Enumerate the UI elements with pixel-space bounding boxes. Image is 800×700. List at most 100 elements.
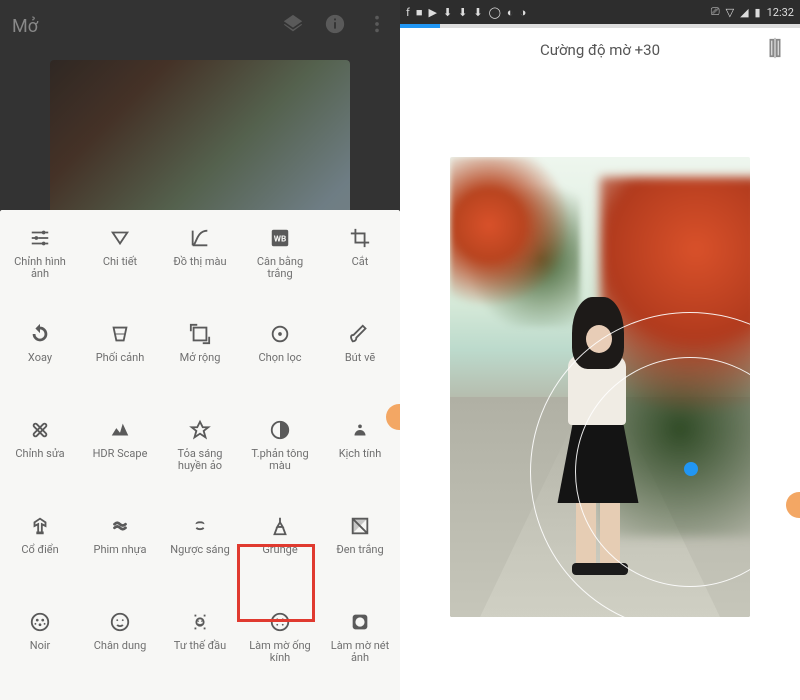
tool-label: Chi tiết xyxy=(103,256,137,268)
svg-text:WB: WB xyxy=(274,235,286,245)
tool-label: Cắt xyxy=(352,256,369,268)
tool-hdr[interactable]: HDR Scape xyxy=(80,416,160,492)
hdr-icon xyxy=(106,416,134,444)
focus-center-dot[interactable] xyxy=(684,462,698,476)
tool-portrait[interactable]: Chân dung xyxy=(80,608,160,684)
tool-grainy[interactable]: Phim nhựa xyxy=(80,512,160,588)
tool-noir[interactable]: Noir xyxy=(0,608,80,684)
tool-label: Cổ điển xyxy=(21,544,58,556)
headpose-icon xyxy=(186,608,214,636)
tool-label: Kịch tính xyxy=(339,448,382,460)
tool-tune[interactable]: Chỉnh hình ảnh xyxy=(0,224,80,300)
tool-expand[interactable]: Mở rộng xyxy=(160,320,240,396)
tool-label: Làm mờ nét ảnh xyxy=(325,640,395,664)
tool-healing[interactable]: Chỉnh sửa xyxy=(0,416,80,492)
vintage-icon xyxy=(26,512,54,540)
bw-icon xyxy=(346,512,374,540)
tool-rotate[interactable]: Xoay xyxy=(0,320,80,396)
noir-icon xyxy=(26,608,54,636)
tool-label: Đen trắng xyxy=(336,544,383,556)
editor-canvas[interactable] xyxy=(400,72,800,700)
selective-icon xyxy=(266,320,294,348)
battery-icon: ▮ xyxy=(755,6,761,19)
tool-tonal[interactable]: T.phản tông màu xyxy=(240,416,320,492)
tool-label: Bút vẽ xyxy=(345,352,375,364)
tool-lens-blur[interactable]: Làm mờ ống kính xyxy=(240,608,320,684)
tool-vintage[interactable]: Cổ điển xyxy=(0,512,80,588)
tool-label: Xoay xyxy=(28,352,52,364)
tool-label: Chân dung xyxy=(94,640,147,652)
signal-icon: ◢ xyxy=(740,6,748,19)
uc-icon: ◯ xyxy=(489,6,501,19)
assist-bubble[interactable] xyxy=(786,492,800,518)
tool-wb[interactable]: WB Cân bằng trắng xyxy=(240,224,320,300)
crop-icon xyxy=(346,224,374,252)
retrolux-icon xyxy=(186,512,214,540)
tool-label: Chỉnh hình ảnh xyxy=(5,256,75,280)
circle-icon: ◑ xyxy=(520,6,527,19)
brush-icon xyxy=(346,320,374,348)
tool-label: Chỉnh sửa xyxy=(15,448,64,460)
tool-label: Mở rộng xyxy=(180,352,221,364)
open-title[interactable]: Mở xyxy=(12,16,38,37)
more-icon[interactable] xyxy=(366,13,388,39)
clock: 12:32 xyxy=(767,6,794,19)
download-icon: ⬇ xyxy=(458,6,467,19)
youtube-icon: ▶ xyxy=(428,6,436,19)
tool-label: Đồ thị màu xyxy=(173,256,226,268)
layers-icon[interactable] xyxy=(282,13,304,39)
portrait-icon xyxy=(106,608,134,636)
tool-label: Phim nhựa xyxy=(94,544,147,556)
tool-label: Ngược sáng xyxy=(170,544,230,556)
info-icon[interactable] xyxy=(324,13,346,39)
tool-brush[interactable]: Bút vẽ xyxy=(320,320,400,396)
tool-label: Tư thế đầu xyxy=(174,640,226,652)
dark-preview-region: Mở xyxy=(0,0,400,210)
tool-panel[interactable]: Chỉnh hình ảnh Chi tiết Đồ thị màu WB Cân bằ… xyxy=(0,210,400,700)
fb-icon: f xyxy=(406,6,410,19)
curves-icon xyxy=(186,224,214,252)
header: Mở xyxy=(0,0,400,52)
tool-label: Noir xyxy=(30,640,51,652)
tool-label: Chọn lọc xyxy=(258,352,301,364)
subject xyxy=(546,297,646,577)
tool-retrolux[interactable]: Ngược sáng xyxy=(160,512,240,588)
blur-editor-screen: f ■ ▶ ⬇ ⬇ ⬇ ◯ ◐ ◑ ⎚ ▽ ◢ ▮ 12:32 Cường độ… xyxy=(400,0,800,700)
circle-icon: ◐ xyxy=(507,6,514,19)
tool-label: Cân bằng trắng xyxy=(245,256,315,280)
tools-screen: Mở Chỉnh hình ảnh Chi tiết Đồ thị màu WB Cân… xyxy=(0,0,400,700)
triangle-down-icon xyxy=(106,224,134,252)
compare-icon[interactable] xyxy=(764,37,786,63)
glamour-icon xyxy=(186,416,214,444)
blur-strength-label[interactable]: Cường độ mờ +30 xyxy=(400,28,800,72)
photo[interactable] xyxy=(450,157,750,617)
tool-grunge[interactable]: Grunge xyxy=(240,512,320,588)
blur-strength-text: Cường độ mờ +30 xyxy=(540,41,660,59)
tonal-icon xyxy=(266,416,294,444)
status-bar: f ■ ▶ ⬇ ⬇ ⬇ ◯ ◐ ◑ ⎚ ▽ ◢ ▮ 12:32 xyxy=(400,0,800,24)
wb-icon: WB xyxy=(266,224,294,252)
tool-crop[interactable]: Cắt xyxy=(320,224,400,300)
tool-bw[interactable]: Đen trắng xyxy=(320,512,400,588)
tool-label: T.phản tông màu xyxy=(245,448,315,472)
tool-headpose[interactable]: Tư thế đầu xyxy=(160,608,240,684)
grainy-icon xyxy=(106,512,134,540)
download-icon: ⬇ xyxy=(443,6,452,19)
tool-drama[interactable]: Kịch tính xyxy=(320,416,400,492)
vignette-icon xyxy=(346,608,374,636)
tool-label: Làm mờ ống kính xyxy=(245,640,315,664)
tool-curves[interactable]: Đồ thị màu xyxy=(160,224,240,300)
tool-selective[interactable]: Chọn lọc xyxy=(240,320,320,396)
tool-label: Grunge xyxy=(262,544,297,556)
tool-triangle-down[interactable]: Chi tiết xyxy=(80,224,160,300)
healing-icon xyxy=(26,416,54,444)
video-icon: ■ xyxy=(416,6,423,19)
expand-icon xyxy=(186,320,214,348)
drama-icon xyxy=(346,416,374,444)
tool-vignette[interactable]: Làm mờ nét ảnh xyxy=(320,608,400,684)
grunge-icon xyxy=(266,512,294,540)
perspective-icon xyxy=(106,320,134,348)
tool-label: Phối cảnh xyxy=(96,352,145,364)
tool-perspective[interactable]: Phối cảnh xyxy=(80,320,160,396)
tool-glamour[interactable]: Tỏa sáng huyền ảo xyxy=(160,416,240,492)
